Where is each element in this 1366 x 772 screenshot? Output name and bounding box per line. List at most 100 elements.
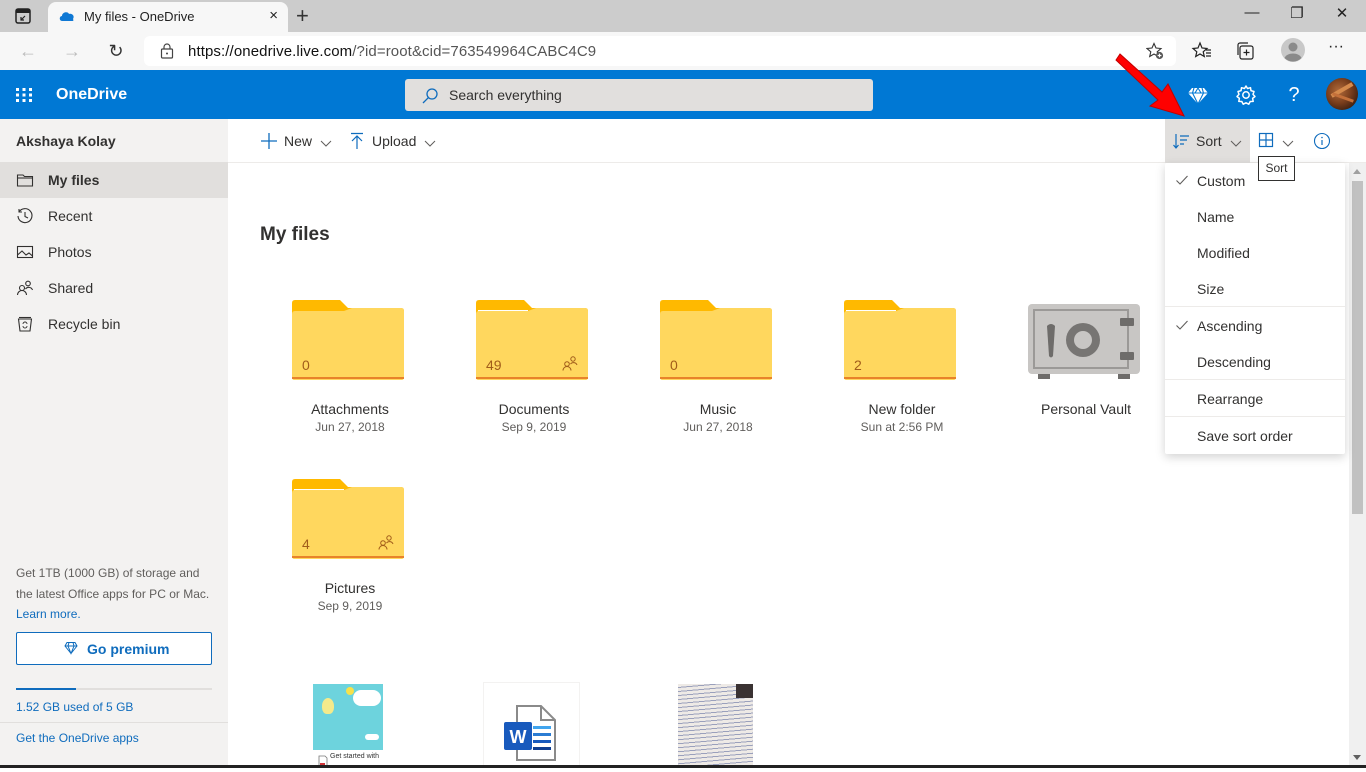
favorites-icon[interactable] bbox=[1191, 40, 1213, 62]
account-avatar[interactable] bbox=[1326, 78, 1358, 110]
checkmark-icon bbox=[1175, 318, 1189, 332]
go-premium-button[interactable]: Go premium bbox=[16, 632, 212, 665]
item-count: 4 bbox=[302, 536, 310, 552]
sort-option-size[interactable]: Size bbox=[1165, 271, 1345, 307]
scrollbar-thumb[interactable] bbox=[1352, 181, 1363, 514]
storage-quota-fill bbox=[16, 688, 76, 690]
folder-icon bbox=[16, 171, 34, 189]
close-tab-icon[interactable]: × bbox=[269, 7, 278, 24]
folder-name[interactable]: Pictures bbox=[280, 580, 420, 596]
search-placeholder: Search everything bbox=[449, 87, 562, 103]
sidebar-item-recycle-bin[interactable]: Recycle bin bbox=[0, 306, 228, 342]
sidebar-item-label: Recycle bin bbox=[48, 316, 121, 332]
folder-modified-date: Sep 9, 2019 bbox=[501, 420, 567, 434]
folder-name[interactable]: New folder bbox=[832, 401, 972, 417]
user-name: Akshaya Kolay bbox=[16, 133, 116, 149]
sort-option-modified[interactable]: Modified bbox=[1165, 235, 1345, 271]
settings-more-button[interactable]: ··· bbox=[1328, 38, 1350, 60]
file-tile-word-document[interactable]: W bbox=[483, 682, 580, 768]
sidebar-item-shared[interactable]: Shared bbox=[0, 270, 228, 306]
sidebar-item-photos[interactable]: Photos bbox=[0, 234, 228, 270]
folder-tile[interactable]: 2 New folder Sun at 2:56 PM bbox=[832, 300, 972, 434]
tab-actions-icon[interactable] bbox=[14, 7, 32, 25]
lock-icon[interactable] bbox=[160, 43, 174, 59]
sort-button[interactable]: Sort bbox=[1165, 119, 1250, 163]
item-count: 0 bbox=[302, 357, 310, 373]
word-document-icon: W bbox=[503, 703, 563, 763]
sort-option-label: Save sort order bbox=[1197, 428, 1293, 444]
go-premium-label: Go premium bbox=[87, 641, 170, 657]
folder-tile[interactable]: 49 Documents Sep 9, 2019 bbox=[464, 300, 604, 434]
sort-option-name[interactable]: Name bbox=[1165, 199, 1345, 235]
url-domain: https://onedrive.live.com bbox=[188, 43, 353, 60]
scroll-down-arrow-icon[interactable] bbox=[1353, 755, 1361, 760]
personal-vault-icon bbox=[1028, 304, 1140, 384]
address-bar[interactable]: https://onedrive.live.com/?id=root&cid=7… bbox=[144, 36, 1176, 66]
collections-icon[interactable] bbox=[1235, 40, 1257, 62]
reload-button[interactable]: ↻ bbox=[105, 40, 127, 62]
scroll-up-arrow-icon[interactable] bbox=[1353, 169, 1361, 174]
profile-icon[interactable] bbox=[1281, 38, 1305, 62]
page-title: My files bbox=[260, 224, 330, 245]
folder-tile[interactable]: 0 Attachments Jun 27, 2018 bbox=[280, 300, 420, 434]
sort-option-custom[interactable]: Custom bbox=[1165, 163, 1345, 199]
folder-icon: 2 bbox=[844, 300, 956, 380]
folder-icon: 49 bbox=[476, 300, 588, 380]
sort-option-label: Modified bbox=[1197, 245, 1250, 261]
shared-people-icon bbox=[378, 534, 394, 550]
folder-tile[interactable]: Personal Vault bbox=[1016, 300, 1156, 430]
folder-name[interactable]: Music bbox=[648, 401, 788, 417]
browser-tab[interactable]: My files - OneDrive × bbox=[48, 2, 288, 32]
sort-option-label: Descending bbox=[1197, 354, 1271, 370]
sidebar-item-recent[interactable]: Recent bbox=[0, 198, 228, 234]
storage-quota-text[interactable]: 1.52 GB used of 5 GB bbox=[16, 700, 133, 714]
folder-icon: 4 bbox=[292, 479, 404, 559]
new-button[interactable]: New bbox=[258, 119, 338, 163]
new-tab-button[interactable]: + bbox=[296, 3, 309, 29]
vertical-scrollbar[interactable] bbox=[1349, 163, 1366, 766]
sort-option-descending[interactable]: Descending bbox=[1165, 344, 1345, 380]
app-name[interactable]: OneDrive bbox=[56, 86, 127, 104]
learn-more-link[interactable]: Learn more. bbox=[16, 607, 81, 621]
folder-tile[interactable]: 0 Music Jun 27, 2018 bbox=[648, 300, 788, 434]
sidebar-item-my-files[interactable]: My files bbox=[0, 162, 228, 198]
folder-tile[interactable]: 4 Pictures Sep 9, 2019 bbox=[280, 479, 420, 613]
folder-modified-date: Sep 9, 2019 bbox=[317, 599, 383, 613]
svg-text:W: W bbox=[510, 727, 527, 747]
restore-button[interactable]: ❐ bbox=[1277, 4, 1317, 26]
get-onedrive-apps-link[interactable]: Get the OneDrive apps bbox=[16, 731, 139, 745]
folder-name[interactable]: Documents bbox=[464, 401, 604, 417]
file-tile-notebook-photo[interactable] bbox=[678, 684, 753, 768]
sort-label: Sort bbox=[1196, 133, 1222, 149]
sidebar-item-label: Photos bbox=[48, 244, 92, 260]
sort-option-label: Custom bbox=[1197, 173, 1246, 189]
back-button[interactable]: ← bbox=[17, 40, 39, 62]
search-box[interactable]: Search everything bbox=[405, 79, 873, 111]
folder-name[interactable]: Personal Vault bbox=[1016, 401, 1156, 417]
folder-modified-date: Jun 27, 2018 bbox=[683, 420, 753, 434]
sort-option-save-sort-order[interactable]: Save sort order bbox=[1165, 418, 1345, 454]
forward-button[interactable]: → bbox=[61, 40, 83, 62]
minimize-button[interactable]: — bbox=[1232, 4, 1272, 26]
new-label: New bbox=[284, 133, 313, 149]
sort-option-ascending[interactable]: Ascending bbox=[1165, 308, 1345, 344]
menu-divider bbox=[1165, 416, 1345, 417]
tiles-view-icon bbox=[1258, 132, 1274, 150]
close-window-button[interactable]: ✕ bbox=[1322, 4, 1362, 26]
info-button[interactable] bbox=[1311, 119, 1333, 163]
sidebar-item-label: Shared bbox=[48, 280, 94, 296]
help-icon[interactable]: ? bbox=[1282, 83, 1306, 107]
divider bbox=[0, 722, 228, 723]
shared-people-icon bbox=[562, 355, 578, 371]
settings-gear-icon[interactable] bbox=[1234, 83, 1258, 107]
app-launcher-icon[interactable] bbox=[15, 87, 33, 103]
sort-option-label: Name bbox=[1197, 209, 1235, 225]
sort-option-rearrange[interactable]: Rearrange bbox=[1165, 381, 1345, 417]
tab-title: My files - OneDrive bbox=[84, 9, 195, 24]
folder-name[interactable]: Attachments bbox=[280, 401, 420, 417]
file-tile-get-started-pdf[interactable]: Get started with bbox=[313, 684, 383, 768]
sort-tooltip: Sort bbox=[1258, 156, 1295, 181]
search-icon bbox=[421, 87, 439, 105]
upload-button[interactable]: Upload bbox=[346, 119, 446, 163]
item-count: 49 bbox=[486, 357, 502, 373]
